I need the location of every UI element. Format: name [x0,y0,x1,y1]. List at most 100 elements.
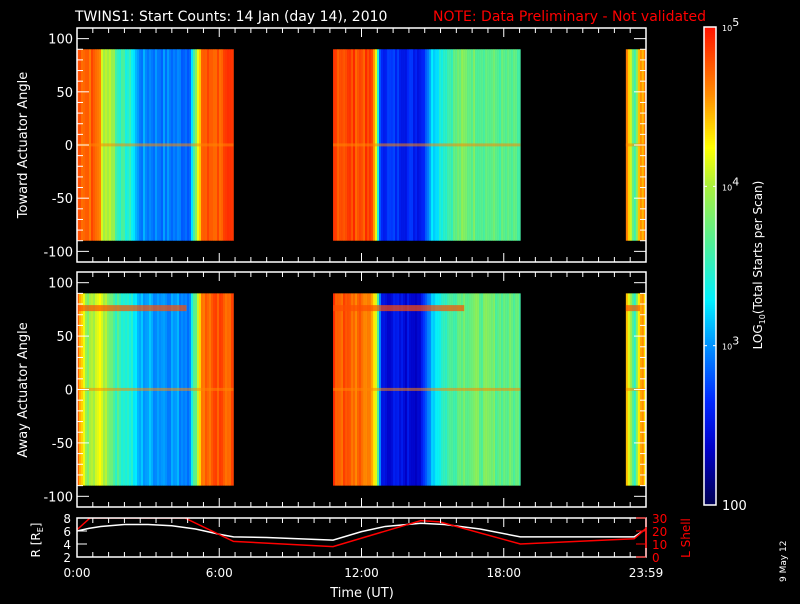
colorbar-swatch [704,437,716,439]
twins-start-counts-plot: TWINS1: Start Counts: 14 Jan (day 14), 2… [0,0,800,600]
colorbar-swatch [704,119,716,121]
colorbar-swatch [704,247,716,249]
colorbar-swatch [704,421,716,423]
colorbar-swatch [704,389,716,391]
chart-title: TWINS1: Start Counts: 14 Jan (day 14), 2… [74,9,387,25]
x-tick-label: 12:00 [344,566,379,580]
y-tick-label: 50 [56,86,73,101]
colorbar-swatch [704,289,716,291]
colorbar-label-sub: 10 [758,314,767,324]
colorbar-swatch [704,343,716,345]
colorbar-swatch [704,95,716,97]
colorbar-swatch [704,241,716,243]
colorbar-swatch [704,57,716,59]
colorbar-swatch [704,401,716,403]
colorbar-swatch [704,61,716,63]
colorbar-swatch [704,477,716,479]
colorbar-swatch [704,391,716,393]
colorbar-swatch [704,419,716,421]
r-axis-label-end: ] [29,523,43,528]
colorbar-swatch [704,409,716,411]
colorbar-swatch [704,109,716,111]
colorbar-swatch [704,491,716,493]
colorbar-swatch [704,445,716,447]
colorbar-swatch [704,447,716,449]
colorbar-swatch [704,205,716,207]
colorbar-swatch [704,55,716,57]
colorbar-swatch [704,333,716,335]
colorbar-swatch [704,91,716,93]
colorbar-swatch [704,377,716,379]
colorbar-swatch [704,103,716,105]
colorbar-swatch [704,395,716,397]
r-axis-label-main: R [R [29,532,43,557]
colorbar-swatch [704,271,716,273]
colorbar-swatch [704,209,716,211]
colorbar-swatch [704,281,716,283]
colorbar-swatch [704,317,716,319]
colorbar-swatch [704,381,716,383]
colorbar-swatch [704,59,716,61]
colorbar-swatch [704,315,716,317]
colorbar-swatch [704,369,716,371]
colorbar-swatch [704,67,716,69]
colorbar-swatch [704,219,716,221]
colorbar-swatch [704,197,716,199]
colorbar-swatch [704,451,716,453]
colorbar-swatch [704,73,716,75]
colorbar-swatch [704,159,716,161]
y-tick-label: 0 [65,384,73,399]
colorbar-swatch [704,221,716,223]
colorbar-swatch [704,113,716,115]
colorbar-swatch [704,79,716,81]
colorbar-swatch [704,129,716,131]
colorbar-swatch [704,359,716,361]
colorbar-swatch [704,269,716,271]
colorbar-swatch [704,267,716,269]
colorbar-swatch [704,211,716,213]
colorbar-swatch [704,255,716,257]
colorbar-swatch [704,47,716,49]
colorbar-swatch [704,393,716,395]
colorbar-swatch [704,331,716,333]
colorbar-swatch [704,99,716,101]
colorbar-swatch [704,483,716,485]
colorbar-swatch [704,143,716,145]
colorbar-swatch [704,283,716,285]
colorbar-swatch [704,123,716,125]
colorbar-swatch [704,323,716,325]
colorbar-swatch [704,363,716,365]
colorbar-swatch [704,475,716,477]
colorbar-swatch [704,279,716,281]
colorbar-swatch [704,351,716,353]
colorbar-swatch [704,387,716,389]
colorbar-swatch [704,147,716,149]
high-angle-band [77,305,187,311]
colorbar-swatch [704,203,716,205]
colorbar-swatch [704,319,716,321]
colorbar-tick-exponent: 4 [732,175,739,188]
colorbar-swatch [704,107,716,109]
colorbar-swatch [704,465,716,467]
x-tick-label: 0:00 [64,566,91,580]
y-tick-label: 100 [48,33,73,48]
colorbar-swatch [704,31,716,33]
colorbar-swatch [704,385,716,387]
colorbar-swatch [704,161,716,163]
colorbar-swatch [704,49,716,51]
colorbar-swatch [704,485,716,487]
colorbar-swatch [704,453,716,455]
colorbar-swatch [704,353,716,355]
colorbar-swatch [704,291,716,293]
colorbar-swatch [704,115,716,117]
colorbar-swatch [704,467,716,469]
y-tick-label: -100 [43,490,73,505]
colorbar-swatch [704,361,716,363]
colorbar-swatch [704,329,716,331]
colorbar-swatch [704,305,716,307]
colorbar-swatch [704,461,716,463]
colorbar-swatch [704,89,716,91]
colorbar-swatch [704,479,716,481]
colorbar-swatch [704,429,716,431]
colorbar-swatch [704,131,716,133]
